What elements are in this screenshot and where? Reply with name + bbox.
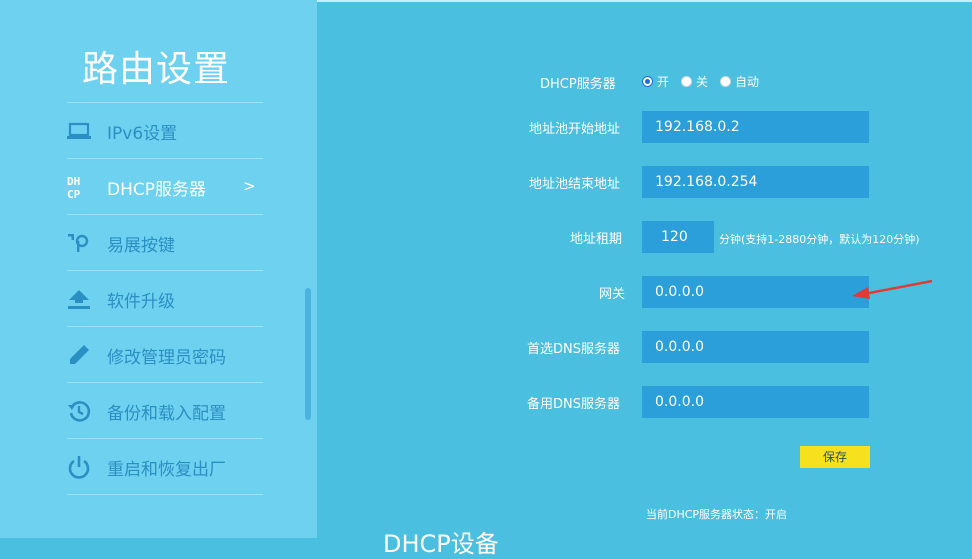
dhcp-devices-heading: DHCP设备 — [383, 530, 499, 558]
dhcp-icon: DH CP — [67, 175, 91, 200]
sidebar-item-reboot-reset[interactable]: 重启和恢复出厂 — [67, 438, 263, 494]
dhcp-status-text: 当前DHCP服务器状态：开启 — [646, 508, 788, 521]
radio-on-label: 开 — [657, 74, 670, 89]
pool-start-label: 地址池开始地址 — [529, 122, 621, 137]
radio-on-circle[interactable] — [642, 75, 653, 87]
sidebar-item-label: 软件升级 — [107, 292, 175, 312]
sidebar-item-label: IPv6设置 — [107, 124, 178, 144]
sidebar-title: 路由设置 — [82, 49, 231, 90]
pencil-icon — [67, 343, 91, 367]
sidebar: 路由设置 IPv6设置 DH CP DHCP服务器 > 易展按键 软件升级 修改… — [0, 0, 317, 538]
svg-text:DH: DH — [67, 175, 80, 188]
sidebar-item-easy-key[interactable]: 易展按键 — [67, 214, 263, 270]
sidebar-item-change-password[interactable]: 修改管理员密码 — [67, 326, 263, 382]
save-button[interactable]: 保存 — [800, 446, 870, 468]
sidebar-item-dhcp[interactable]: DH CP DHCP服务器 > — [67, 158, 263, 214]
sidebar-item-label: 修改管理员密码 — [107, 348, 226, 368]
pool-end-label: 地址池结束地址 — [529, 177, 621, 192]
lease-label: 地址租期 — [570, 232, 623, 247]
lease-hint: 分钟(支持1-2880分钟，默认为120分钟) — [719, 233, 920, 246]
radio-auto-label: 自动 — [735, 74, 760, 89]
lease-input[interactable]: 120 — [642, 221, 714, 253]
radio-off[interactable]: 关 — [681, 73, 708, 90]
dhcp-server-radio-group: 开 关 自动 — [642, 73, 771, 89]
chevron-right-icon: > — [243, 177, 256, 195]
radio-on[interactable]: 开 — [642, 73, 669, 90]
sidebar-item-label: 备份和载入配置 — [107, 404, 226, 424]
primary-dns-input[interactable]: 0.0.0.0 — [642, 331, 869, 363]
sidebar-item-backup-restore[interactable]: 备份和载入配置 — [67, 382, 263, 438]
laptop-icon — [67, 119, 91, 143]
sidebar-item-ipv6[interactable]: IPv6设置 — [67, 102, 263, 158]
radio-auto-circle[interactable] — [720, 75, 732, 87]
top-divider — [317, 0, 972, 2]
sidebar-item-label: DHCP服务器 — [107, 180, 206, 200]
primary-dns-label: 首选DNS服务器 — [527, 342, 620, 357]
power-icon — [67, 455, 91, 479]
svg-text:CP: CP — [67, 188, 81, 200]
sidebar-item-label: 易展按键 — [107, 236, 175, 256]
radio-auto[interactable]: 自动 — [720, 73, 759, 90]
easymesh-key-icon — [67, 231, 91, 255]
pool-start-input[interactable]: 192.168.0.2 — [642, 111, 869, 143]
pool-end-input[interactable]: 192.168.0.254 — [642, 166, 869, 198]
sidebar-divider — [67, 494, 263, 495]
radio-off-circle[interactable] — [681, 75, 693, 87]
history-icon — [67, 399, 91, 423]
sidebar-item-label: 重启和恢复出厂 — [107, 460, 226, 480]
gateway-label: 网关 — [599, 287, 626, 302]
sidebar-item-firmware-upgrade[interactable]: 软件升级 — [67, 270, 263, 326]
secondary-dns-input[interactable]: 0.0.0.0 — [642, 386, 869, 418]
radio-off-label: 关 — [696, 74, 709, 89]
upload-icon — [67, 287, 91, 311]
dhcp-server-label: DHCP服务器 — [540, 77, 616, 92]
sidebar-scrollbar[interactable] — [305, 288, 311, 420]
secondary-dns-label: 备用DNS服务器 — [527, 397, 620, 412]
gateway-input[interactable]: 0.0.0.0 — [642, 276, 869, 308]
annotation-arrow-icon — [852, 279, 933, 299]
